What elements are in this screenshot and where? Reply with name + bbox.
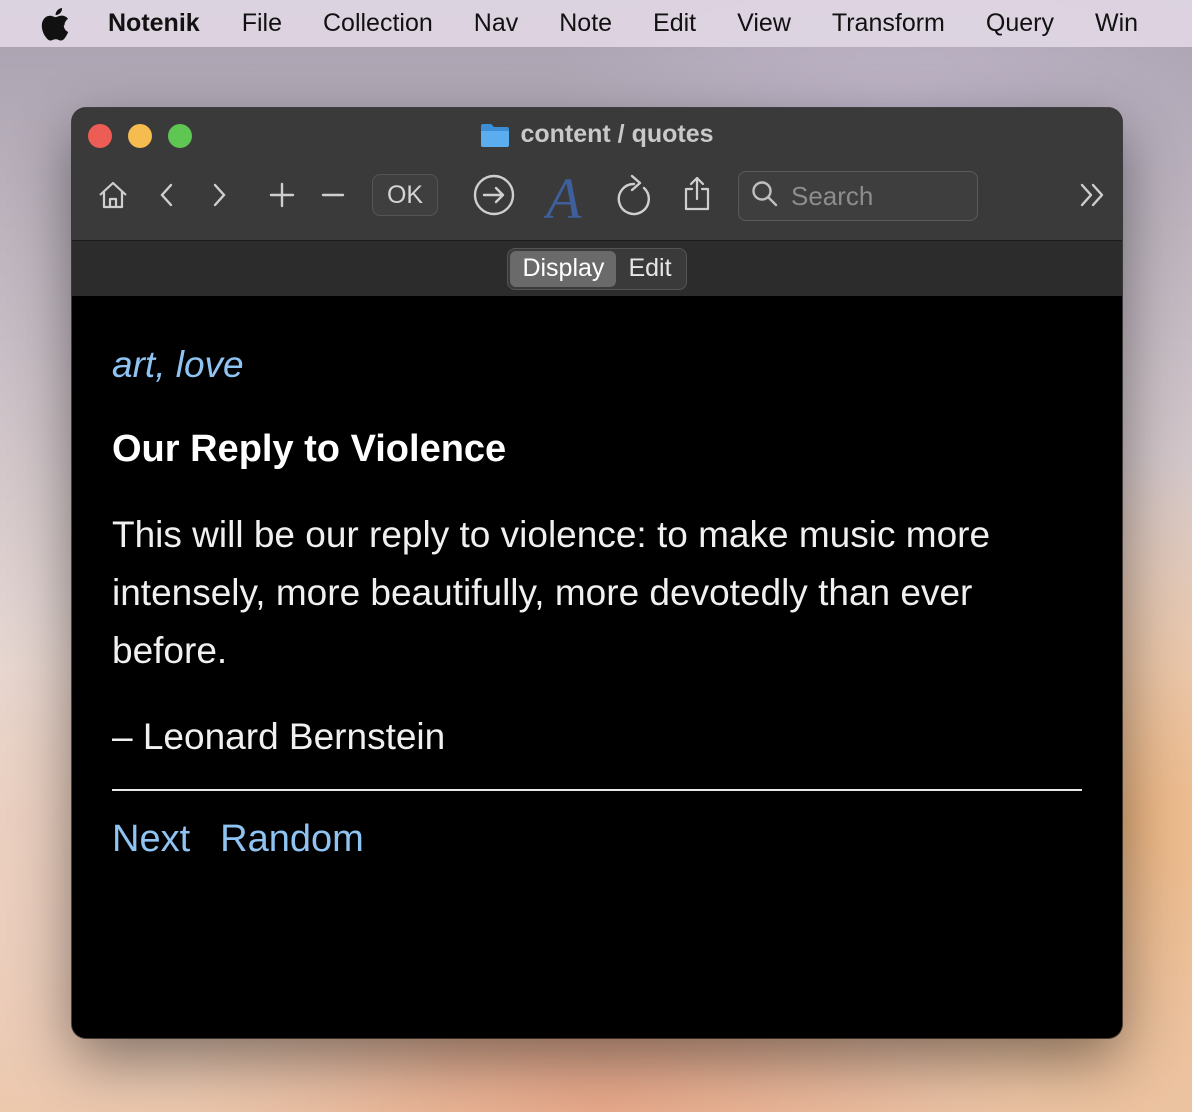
menu-collection[interactable]: Collection [323, 9, 433, 38]
folder-icon [480, 122, 510, 148]
reload-icon[interactable] [614, 172, 654, 218]
plus-icon[interactable] [268, 180, 296, 210]
apple-logo-icon[interactable] [40, 7, 70, 41]
home-icon[interactable] [96, 178, 130, 212]
edit-tab[interactable]: Edit [616, 251, 683, 287]
menu-note[interactable]: Note [559, 9, 612, 38]
note-nav-links: Next Random [112, 818, 394, 861]
window-title-text: content / quotes [520, 120, 714, 148]
search-field[interactable] [738, 171, 978, 221]
next-link[interactable]: Next [112, 818, 190, 861]
random-link[interactable]: Random [220, 818, 364, 861]
menu-bar: Notenik File Collection Nav Note Edit Vi… [0, 0, 1192, 47]
go-arrow-icon[interactable] [472, 173, 516, 217]
menu-view[interactable]: View [737, 9, 791, 38]
menu-file[interactable]: File [242, 9, 282, 38]
quote-body: This will be our reply to violence: to m… [112, 514, 991, 671]
menu-nav[interactable]: Nav [474, 9, 518, 38]
tag-link-love[interactable]: love [176, 344, 244, 385]
title-bar: content / quotes OK A Search [72, 108, 1122, 241]
ok-button[interactable]: OK [372, 174, 438, 216]
toolbar: OK A [72, 166, 1122, 226]
share-icon[interactable] [682, 174, 712, 214]
font-icon[interactable]: A [544, 166, 590, 226]
menu-edit[interactable]: Edit [653, 9, 696, 38]
note-display: art, love Our Reply to Violence This wil… [72, 296, 1122, 1038]
chevron-right-icon[interactable] [208, 178, 230, 212]
divider [112, 789, 1082, 791]
menu-transform[interactable]: Transform [832, 9, 945, 38]
svg-text:A: A [544, 166, 582, 226]
minus-icon[interactable] [320, 180, 346, 210]
search-icon [751, 180, 779, 213]
search-input[interactable] [791, 180, 971, 212]
window-title: content / quotes [72, 120, 1122, 149]
quote-attribution: – Leonard Bernstein [112, 716, 446, 757]
menu-app-name[interactable]: Notenik [108, 9, 200, 38]
overflow-chevrons-icon[interactable] [1078, 180, 1108, 210]
menu-query[interactable]: Query [986, 9, 1054, 38]
menu-window[interactable]: Win [1095, 9, 1138, 38]
chevron-left-icon[interactable] [156, 178, 178, 212]
tag-link-art[interactable]: art [112, 344, 155, 385]
tag-separator: , [155, 344, 176, 385]
notenik-window: content / quotes OK A Search Display Edi… [72, 108, 1122, 1038]
note-title: Our Reply to Violence [112, 428, 507, 470]
display-edit-segmented-control: Display Edit [507, 247, 687, 290]
display-tab[interactable]: Display [510, 250, 617, 287]
mode-bar: Display Edit [72, 241, 1122, 296]
tags-line: art, love [112, 344, 244, 386]
